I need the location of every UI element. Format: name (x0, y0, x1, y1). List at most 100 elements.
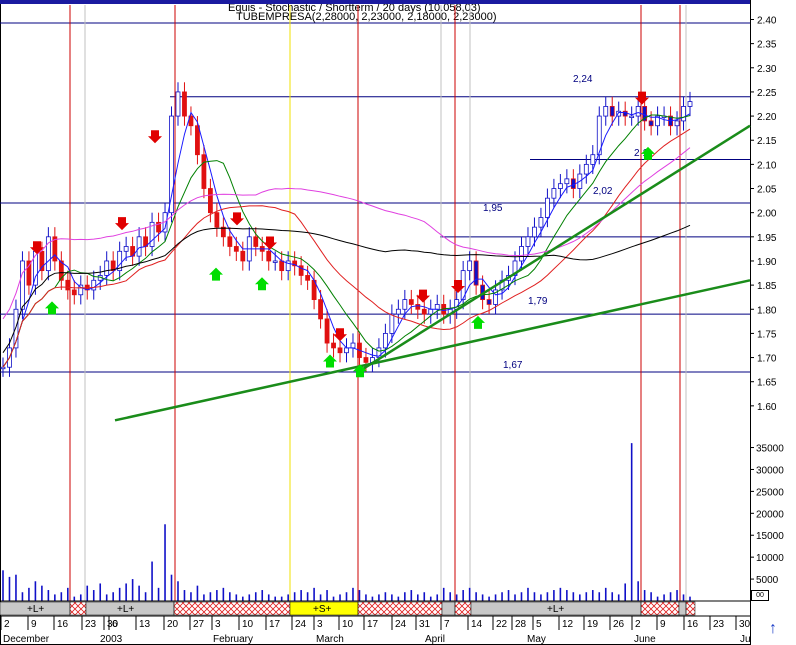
scroll-up-arrow-icon[interactable]: ↑ (766, 620, 780, 638)
price-bar (519, 246, 524, 262)
price-bar (233, 246, 239, 252)
price-bar (622, 110, 628, 117)
price-tick-label: 2.35 (757, 40, 777, 51)
price-bar (609, 106, 615, 117)
sell-arrow-icon (115, 217, 129, 231)
price-tick-label: 2.20 (757, 112, 777, 123)
x-tick-label: 9 (31, 619, 37, 630)
price-bar (467, 260, 473, 272)
price-bar (195, 125, 200, 156)
signal-band-label: +L+ (117, 604, 134, 615)
sell-arrow-icon (230, 212, 244, 226)
x-month-label: February (213, 634, 253, 645)
price-tick-label: 2.25 (757, 88, 777, 99)
x-month-label: April (425, 634, 445, 645)
x-tick-label: 23 (713, 619, 725, 630)
signal-band-segment (454, 601, 472, 616)
x-tick-label: 3 (215, 619, 221, 630)
price-bar (538, 217, 544, 228)
price-bar (363, 357, 369, 363)
x-tick-label: 22 (496, 619, 508, 630)
price-bar (337, 347, 343, 354)
price-bar (65, 279, 71, 291)
ma-mid-line (2, 114, 691, 368)
price-level-label: 2,02 (593, 186, 613, 197)
price-bar (590, 154, 596, 165)
x-tick-label: 12 (562, 619, 574, 630)
price-bar (240, 250, 246, 262)
price-tick-label: 1.60 (757, 402, 777, 413)
buy-arrow-icon (255, 277, 269, 291)
price-bar (253, 236, 259, 247)
price-bar (564, 178, 570, 185)
price-bar (0, 366, 6, 370)
x-tick-label: 31 (419, 619, 431, 630)
price-tick-label: 1.85 (757, 281, 777, 292)
price-bar (201, 154, 207, 189)
x-tick-label: 2 (4, 619, 10, 630)
price-bar (214, 212, 220, 228)
x-tick-label: 27 (193, 619, 205, 630)
x-tick-label: 23 (85, 619, 97, 630)
price-bar (279, 260, 285, 272)
x-tick-label: 14 (471, 619, 483, 630)
price-bar (648, 120, 654, 127)
price-bar (182, 91, 187, 117)
top-border (0, 0, 750, 4)
price-tick-label: 2.00 (757, 209, 777, 220)
price-bar (583, 163, 589, 175)
trend-line-upper (357, 124, 751, 374)
price-bar (545, 197, 550, 218)
signal-band-segment (685, 601, 696, 616)
x-month-label: 2003 (100, 634, 123, 645)
price-bar (674, 120, 680, 127)
signal-band-segment (441, 601, 456, 616)
price-bar (123, 246, 129, 252)
price-bar (207, 188, 213, 214)
price-bar (104, 260, 110, 276)
x-tick-label: 30 (739, 619, 751, 630)
volume-tick-label: 5000 (756, 575, 779, 586)
price-bar (26, 260, 32, 286)
price-tick-label: 2.30 (757, 64, 777, 75)
signal-band-segment (678, 601, 687, 616)
price-bar (344, 347, 349, 354)
price-level-label: 1,79 (528, 296, 548, 307)
x-tick-label: 7 (444, 619, 450, 630)
volume-tick-label: 15000 (756, 531, 784, 542)
volume-tick-label: 10000 (756, 553, 784, 564)
price-bar (421, 308, 427, 315)
buy-arrow-icon (323, 354, 337, 368)
x-tick-label: 5 (536, 619, 542, 630)
signal-band-label: +S+ (313, 604, 332, 615)
volume-scale-button[interactable]: 00 (751, 590, 769, 601)
price-tick-label: 1.80 (757, 305, 777, 316)
price-bar (266, 250, 272, 262)
x-month-label: March (316, 634, 344, 645)
price-bar (136, 236, 142, 257)
trend-line-lower (114, 279, 751, 422)
price-bar (350, 342, 356, 349)
price-level-label: 1,67 (503, 360, 523, 371)
price-bar (227, 236, 233, 247)
price-bar (473, 260, 479, 286)
price-bar (402, 299, 408, 310)
x-tick-label: 10 (342, 619, 354, 630)
x-tick-label: 16 (57, 619, 69, 630)
x-tick-label: 13 (139, 619, 151, 630)
buy-arrow-icon (45, 301, 59, 315)
x-tick-label: 28 (515, 619, 527, 630)
price-bar (635, 106, 641, 117)
x-tick-label: 10 (242, 619, 254, 630)
price-chart[interactable]: 2.40 2.35 2.30 2.25 2.20 2.15 2.10 2.05 2.00 1.95… (0, 0, 796, 645)
price-bar (408, 299, 414, 305)
signal-band-segment (640, 601, 680, 616)
price-bar (395, 308, 401, 315)
price-tick-label: 2.40 (757, 15, 777, 26)
price-bar (20, 260, 25, 310)
price-bar (324, 318, 330, 344)
price-bar (486, 299, 492, 305)
price-bar (681, 106, 686, 122)
signal-band-label: +L+ (27, 604, 44, 615)
price-level-label: 1,95 (483, 203, 503, 214)
